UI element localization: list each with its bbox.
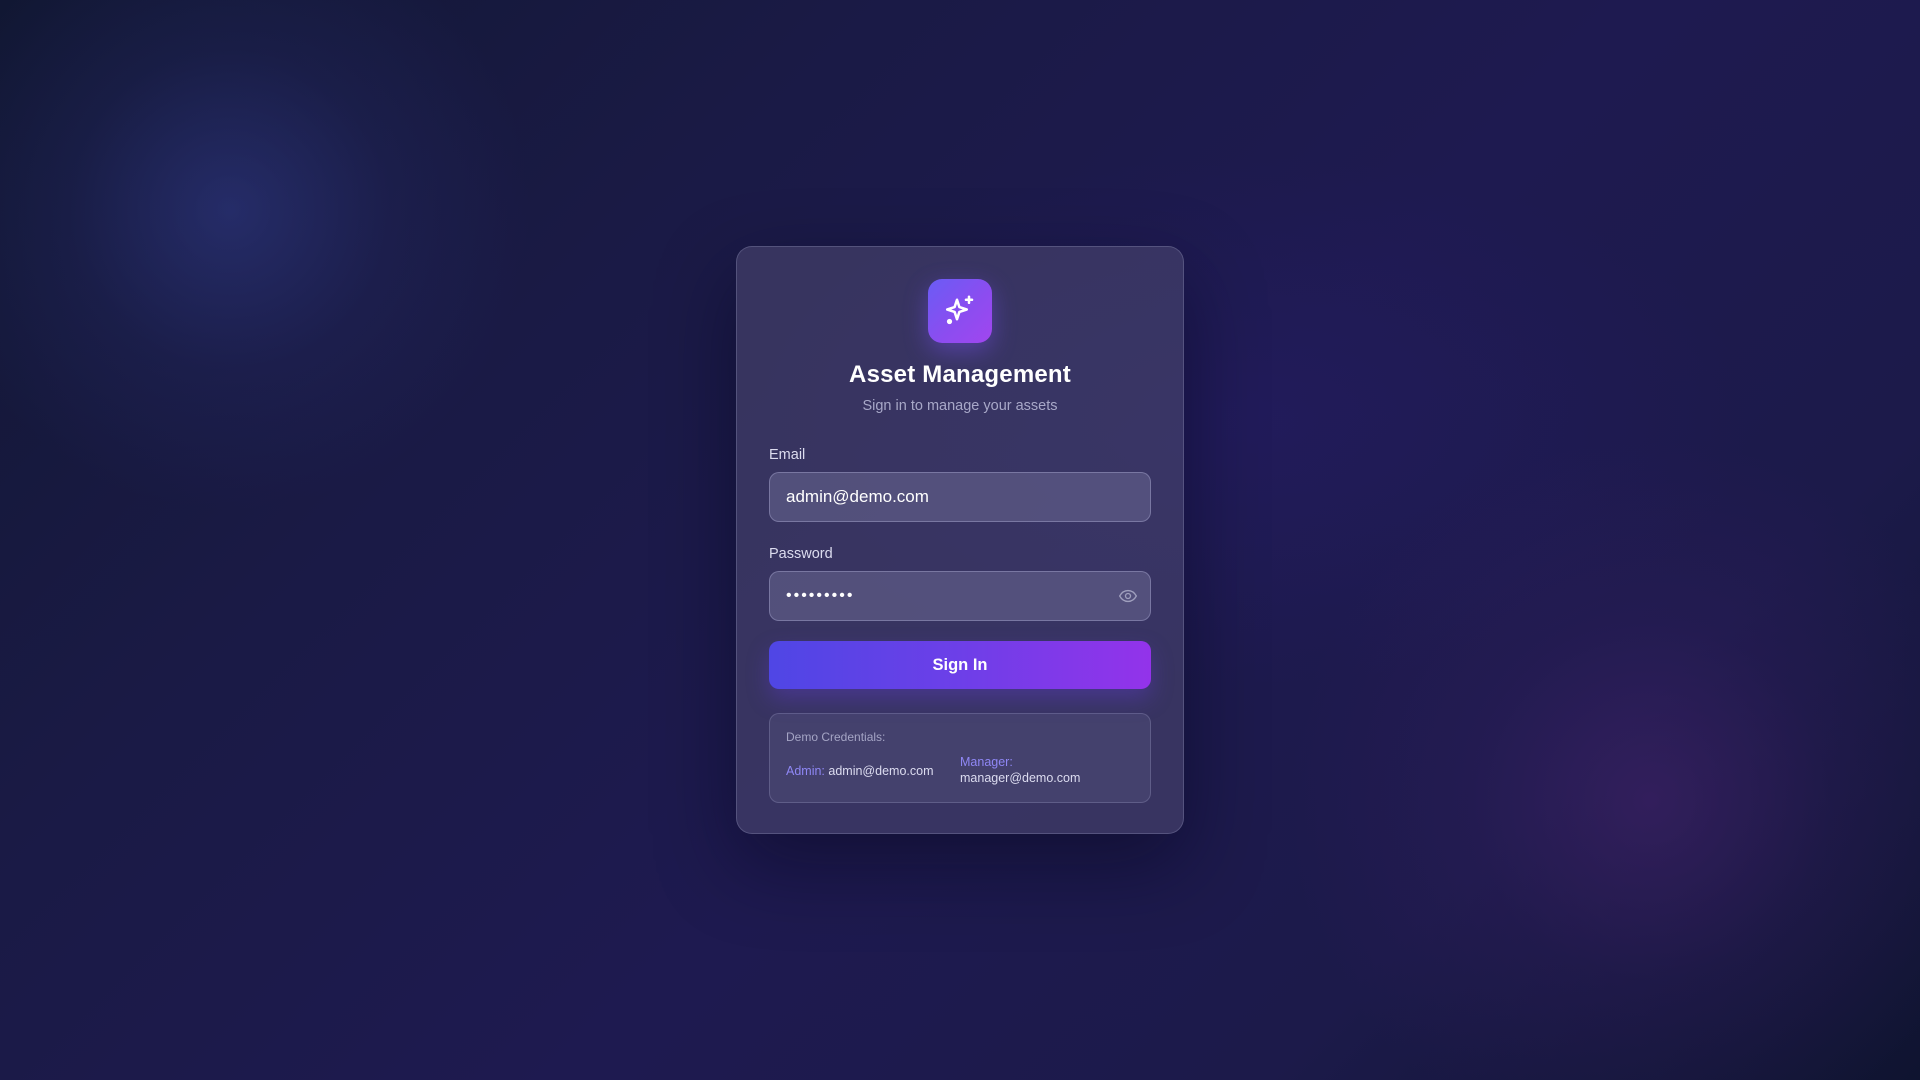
sparkles-icon (945, 295, 974, 325)
show-password-toggle[interactable] (1116, 584, 1140, 608)
page-subtitle: Sign in to manage your assets (862, 398, 1058, 414)
sign-in-button[interactable]: Sign In (769, 641, 1151, 689)
manager-credential-email: manager@demo.com (960, 771, 1081, 785)
admin-credential-label: Admin: (786, 764, 825, 778)
password-field[interactable] (770, 572, 1150, 620)
email-label: Email (769, 447, 806, 463)
app-logo (928, 279, 992, 343)
demo-credentials-title: Demo Credentials: (786, 730, 886, 744)
password-label: Password (769, 546, 833, 562)
password-field-wrapper (769, 571, 1151, 621)
email-field[interactable] (770, 473, 1150, 521)
page-title: Asset Management (849, 361, 1071, 388)
eye-icon (1119, 589, 1137, 603)
login-card: Asset Management Sign in to manage your … (736, 246, 1184, 834)
manager-credential-label: Manager: (960, 755, 1013, 769)
admin-credential-email: admin@demo.com (828, 764, 934, 778)
demo-credentials-row: Admin: admin@demo.com Manager: manager@d… (786, 755, 1134, 785)
manager-credential: Manager: manager@demo.com (960, 755, 1134, 785)
demo-credentials-box: Demo Credentials: Admin: admin@demo.com … (769, 713, 1151, 803)
email-field-wrapper (769, 472, 1151, 522)
admin-credential: Admin: admin@demo.com (786, 755, 960, 785)
